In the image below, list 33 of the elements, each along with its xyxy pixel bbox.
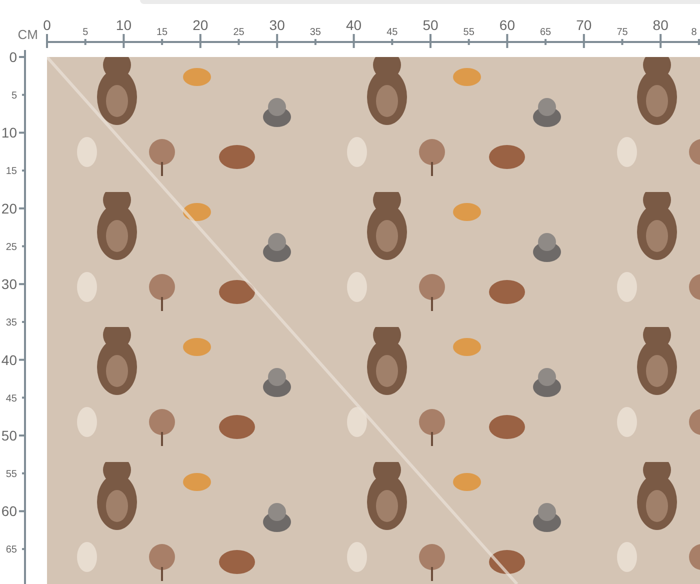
ruler-label: 30 xyxy=(1,276,17,292)
ruler-label: 65 xyxy=(6,544,17,556)
ruler-label: 20 xyxy=(192,17,208,33)
ruler-label: 35 xyxy=(310,27,322,38)
ruler-label: 55 xyxy=(6,468,17,480)
ruler-label: 40 xyxy=(1,352,17,368)
ruler-label: 5 xyxy=(11,90,17,102)
ruler-label: 50 xyxy=(1,428,17,444)
ruler-label: 25 xyxy=(6,242,17,253)
ruler-label: 15 xyxy=(156,27,168,38)
ruler-label: 35 xyxy=(6,318,17,329)
ruler-label: 5 xyxy=(82,27,88,38)
ruler-label: 60 xyxy=(499,17,515,33)
ruler-label: 50 xyxy=(422,17,438,33)
ruler-label: 70 xyxy=(576,17,592,33)
ruler-label: 0 xyxy=(43,17,51,33)
ruler-label: 20 xyxy=(1,200,17,216)
ruler-label: 8 xyxy=(691,27,697,38)
ruler-label: 80 xyxy=(652,17,668,33)
ruler-label: 25 xyxy=(233,27,244,38)
ruler-label: 10 xyxy=(1,124,17,141)
ruler-label: 60 xyxy=(1,503,17,520)
ruler-label: 45 xyxy=(6,393,17,404)
ruler-label: 15 xyxy=(6,166,17,178)
ruler-label: 30 xyxy=(269,17,285,33)
unit-label: CM xyxy=(18,27,38,42)
ruler-label: 0 xyxy=(9,50,17,66)
ruler-label: 45 xyxy=(386,27,398,38)
ruler-label: 75 xyxy=(616,27,628,38)
ruler-label: 40 xyxy=(346,17,362,33)
ruler-label: 55 xyxy=(463,27,474,38)
ruler-label: 10 xyxy=(116,17,132,33)
ruler-label: 65 xyxy=(540,27,552,38)
